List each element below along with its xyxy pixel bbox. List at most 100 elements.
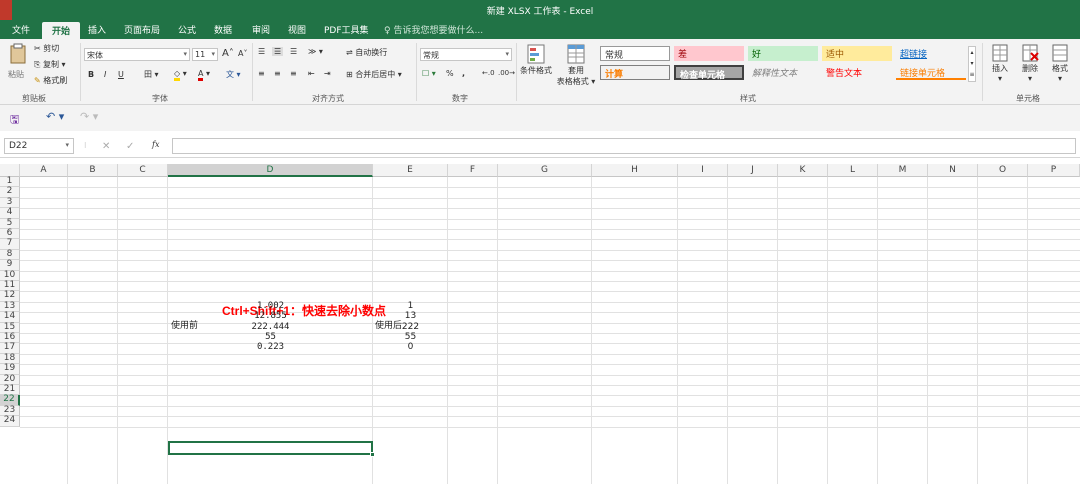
align-bottom-button[interactable]: ☰ <box>290 47 297 56</box>
style-neutral[interactable]: 适中 <box>822 46 892 61</box>
row-header-24[interactable]: 24 <box>0 415 20 427</box>
cell-after-value[interactable]: 13 <box>373 311 448 321</box>
redo-icon[interactable]: ↷ ▾ <box>80 110 98 123</box>
column-header-m[interactable]: M <box>878 164 928 177</box>
style-linked-cell[interactable]: 链接单元格 <box>896 65 966 80</box>
gridline <box>20 208 1080 210</box>
conditional-formatting-button[interactable]: 条件格式 <box>520 43 552 76</box>
cell-after-value[interactable]: 0 <box>373 342 448 352</box>
font-name-select[interactable]: 宋体 ▾ <box>84 48 190 61</box>
font-color-button[interactable]: A ▾ <box>198 69 210 81</box>
column-header-g[interactable]: G <box>498 164 592 177</box>
selected-cell[interactable] <box>168 441 373 455</box>
column-header-f[interactable]: F <box>448 164 498 177</box>
tell-me-search[interactable]: ♀ 告诉我您想要做什么... <box>384 23 483 36</box>
tab-page-layout[interactable]: 页面布局 <box>124 23 160 36</box>
decrease-decimal-button[interactable]: .00→ <box>498 69 515 77</box>
phonetic-button[interactable]: 文 ▾ <box>226 69 241 80</box>
column-header-k[interactable]: K <box>778 164 828 177</box>
font-group-label: 字体 <box>152 94 168 103</box>
format-painter-button[interactable]: ✎ 格式刷 <box>34 75 67 86</box>
align-right-button[interactable]: ≡ <box>290 69 297 78</box>
style-warning[interactable]: 警告文本 <box>822 65 892 80</box>
style-calculation[interactable]: 计算 <box>600 65 670 80</box>
align-left-button[interactable]: ≡ <box>258 69 265 78</box>
decrease-indent-button[interactable]: ⇤ <box>308 69 315 78</box>
cut-button[interactable]: ✂ 剪切 <box>34 43 59 54</box>
format-cells-button[interactable]: 格式 ▾ <box>1046 43 1074 83</box>
increase-decimal-button[interactable]: ←.0 <box>482 69 495 77</box>
copy-button[interactable]: ⎘ 复制 ▾ <box>34 59 66 70</box>
style-explanatory[interactable]: 解释性文本 <box>748 65 818 80</box>
insert-cells-button[interactable]: 插入 ▾ <box>986 43 1014 83</box>
font-size-select[interactable]: 11 ▾ <box>192 48 218 61</box>
style-check-cell[interactable]: 检查单元格 <box>674 65 744 81</box>
fill-handle[interactable] <box>370 452 375 457</box>
column-header-p[interactable]: P <box>1028 164 1080 177</box>
tab-pdf-tools[interactable]: PDF工具集 <box>324 23 369 36</box>
gridline <box>117 177 118 484</box>
style-normal[interactable]: 常规 <box>600 46 670 61</box>
enter-icon[interactable]: ✓ <box>126 141 134 152</box>
align-top-button[interactable]: ☰ <box>258 47 265 56</box>
column-header-a[interactable]: A <box>20 164 68 177</box>
underline-button[interactable]: U <box>118 70 124 79</box>
bold-button[interactable]: B <box>88 70 94 79</box>
tab-formulas[interactable]: 公式 <box>178 23 196 36</box>
tab-data[interactable]: 数据 <box>214 23 232 36</box>
cell-before-value[interactable]: 55 <box>168 332 373 342</box>
grow-font-button[interactable]: A˄ <box>222 48 234 59</box>
wrap-text-button[interactable]: ⇌ 自动换行 <box>346 47 387 58</box>
cell-before-value[interactable]: 12.855 <box>168 311 373 321</box>
column-header-i[interactable]: I <box>678 164 728 177</box>
merge-center-button[interactable]: ⊞ 合并后居中 ▾ <box>346 69 402 80</box>
align-middle-button[interactable]: ☰ <box>272 47 284 56</box>
cell-after-value[interactable]: 55 <box>373 332 448 342</box>
column-header-n[interactable]: N <box>928 164 978 177</box>
cell-before-value[interactable]: 0.223 <box>168 342 373 352</box>
tab-review[interactable]: 审阅 <box>252 23 270 36</box>
tab-file[interactable]: 文件 <box>12 23 30 36</box>
column-header-j[interactable]: J <box>728 164 778 177</box>
styles-scroll[interactable]: ▴ ▾ ≡ <box>968 46 976 82</box>
style-bad[interactable]: 差 <box>674 46 744 61</box>
style-good[interactable]: 好 <box>748 46 818 61</box>
fill-color-button[interactable]: ◇ ▾ <box>174 69 187 81</box>
paste-button[interactable] <box>8 43 28 67</box>
column-header-c[interactable]: C <box>118 164 168 177</box>
cell-before-value[interactable]: 222.444 <box>168 322 373 332</box>
cancel-icon[interactable]: ✕ <box>102 141 110 152</box>
orientation-button[interactable]: ≫ ▾ <box>308 47 323 56</box>
tab-insert[interactable]: 插入 <box>88 23 106 36</box>
column-header-e[interactable]: E <box>373 164 448 177</box>
insert-function-icon[interactable]: fx <box>152 140 159 149</box>
save-icon[interactable]: 🖫 <box>10 111 19 130</box>
tab-view[interactable]: 视图 <box>288 23 306 36</box>
increase-indent-button[interactable]: ⇥ <box>324 69 331 78</box>
undo-icon[interactable]: ↶ ▾ <box>46 110 64 123</box>
column-header-d[interactable]: D <box>168 164 373 177</box>
increase-indent-icon: ⇥ <box>324 69 331 78</box>
delete-cells-button[interactable]: 删除 ▾ <box>1016 43 1044 83</box>
column-header-b[interactable]: B <box>68 164 118 177</box>
format-as-table-button[interactable]: 套用 表格格式 ▾ <box>556 43 596 87</box>
tab-home[interactable]: 开始 <box>42 22 81 39</box>
cell-after-value[interactable]: 1 <box>373 301 448 311</box>
formula-input[interactable] <box>172 138 1076 154</box>
percent-button[interactable]: % <box>446 69 454 78</box>
align-center-button[interactable]: ≡ <box>274 69 281 78</box>
column-header-h[interactable]: H <box>592 164 678 177</box>
ribbon-tabs: 文件 开始 插入 页面布局 公式 数据 审阅 视图 PDF工具集 ♀ 告诉我您想… <box>0 20 1080 39</box>
style-hyperlink[interactable]: 超链接 <box>896 46 966 61</box>
shrink-font-button[interactable]: A˅ <box>238 49 247 58</box>
cell-after-value[interactable]: 222 <box>373 322 448 332</box>
comma-button[interactable]: , <box>462 69 465 78</box>
column-header-l[interactable]: L <box>828 164 878 177</box>
name-box[interactable]: D22 ▾ <box>4 138 74 154</box>
italic-button[interactable]: I <box>104 70 106 79</box>
accounting-format-button[interactable]: ☐ ▾ <box>422 69 436 78</box>
border-button[interactable]: 田 ▾ <box>144 69 159 80</box>
cell-before-value[interactable]: 1.002 <box>168 301 373 311</box>
number-format-select[interactable]: 常规 ▾ <box>420 48 512 61</box>
column-header-o[interactable]: O <box>978 164 1028 177</box>
